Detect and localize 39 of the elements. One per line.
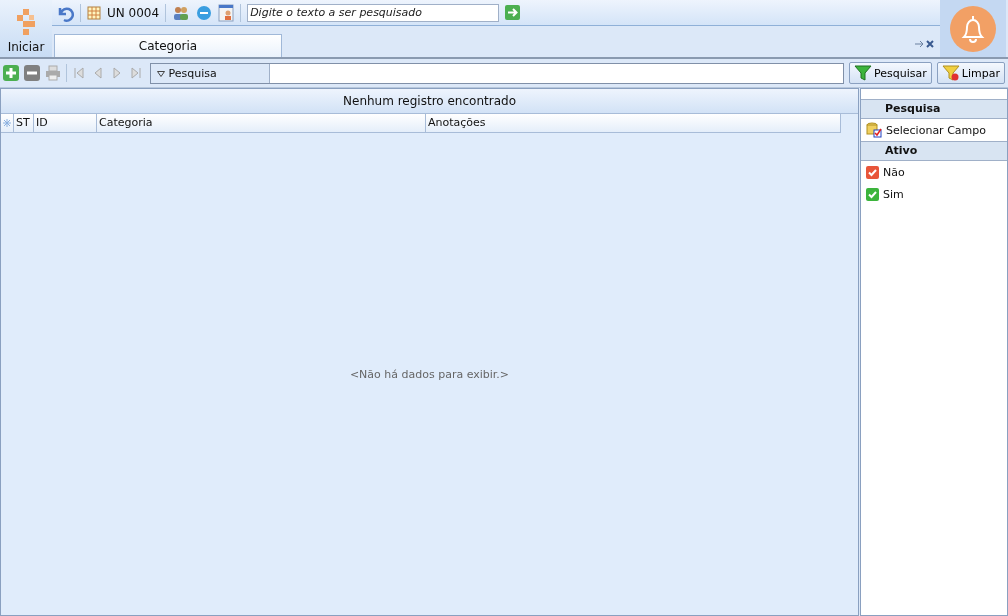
column-header[interactable]: Categoria	[97, 114, 426, 132]
unit-label: UN 0004	[107, 5, 160, 20]
filter-label: Não	[883, 165, 905, 179]
filter-label: Selecionar Campo	[886, 123, 986, 137]
filter-label: Sim	[883, 187, 904, 201]
search-field[interactable]: Digite o texto a ser pesquisado	[247, 3, 500, 22]
caret-icon	[157, 70, 165, 77]
search-button[interactable]: Pesquisar	[849, 62, 932, 84]
clear-button[interactable]: Limpar	[936, 62, 1005, 84]
printer-icon[interactable]	[45, 65, 61, 81]
database-check-icon	[866, 122, 882, 138]
go-arrow-icon[interactable]	[505, 5, 521, 20]
column-header[interactable]: ST	[14, 114, 34, 132]
user-card-icon[interactable]	[218, 3, 235, 22]
users-icon[interactable]	[172, 4, 191, 21]
pin-close-icon[interactable]	[914, 39, 936, 49]
grid-status: Nenhum registro encontrado	[1, 89, 858, 114]
filter-item[interactable]: Selecionar Campo	[861, 119, 1007, 141]
filter-field[interactable]: Pesquisa	[150, 62, 845, 84]
first-icon[interactable]	[72, 66, 86, 80]
last-icon[interactable]	[129, 66, 143, 80]
asterisk-icon	[3, 119, 11, 127]
tab[interactable]: Categoria	[54, 34, 282, 57]
section-header: Ativo	[861, 141, 1007, 161]
funnel-clear-icon	[941, 65, 960, 81]
funnel-icon	[854, 65, 873, 81]
start-button[interactable]: Iniciar	[0, 0, 52, 57]
grid-icon[interactable]	[87, 5, 101, 20]
column-header[interactable]: ID	[34, 114, 97, 132]
column-header[interactable]: Anotações	[426, 114, 841, 132]
add-icon[interactable]	[3, 65, 19, 81]
empty-message: <Não há dados para exibir.>	[349, 367, 510, 381]
filter-item[interactable]: Sim	[861, 183, 1007, 205]
filter-dropdown[interactable]: Pesquisa	[151, 63, 270, 83]
section-header: Pesquisa	[861, 99, 1007, 119]
bell-icon[interactable]	[949, 4, 997, 53]
filter-item[interactable]: Não	[861, 161, 1007, 183]
remove-icon[interactable]	[24, 65, 40, 81]
circle-minus-icon[interactable]	[196, 4, 213, 21]
